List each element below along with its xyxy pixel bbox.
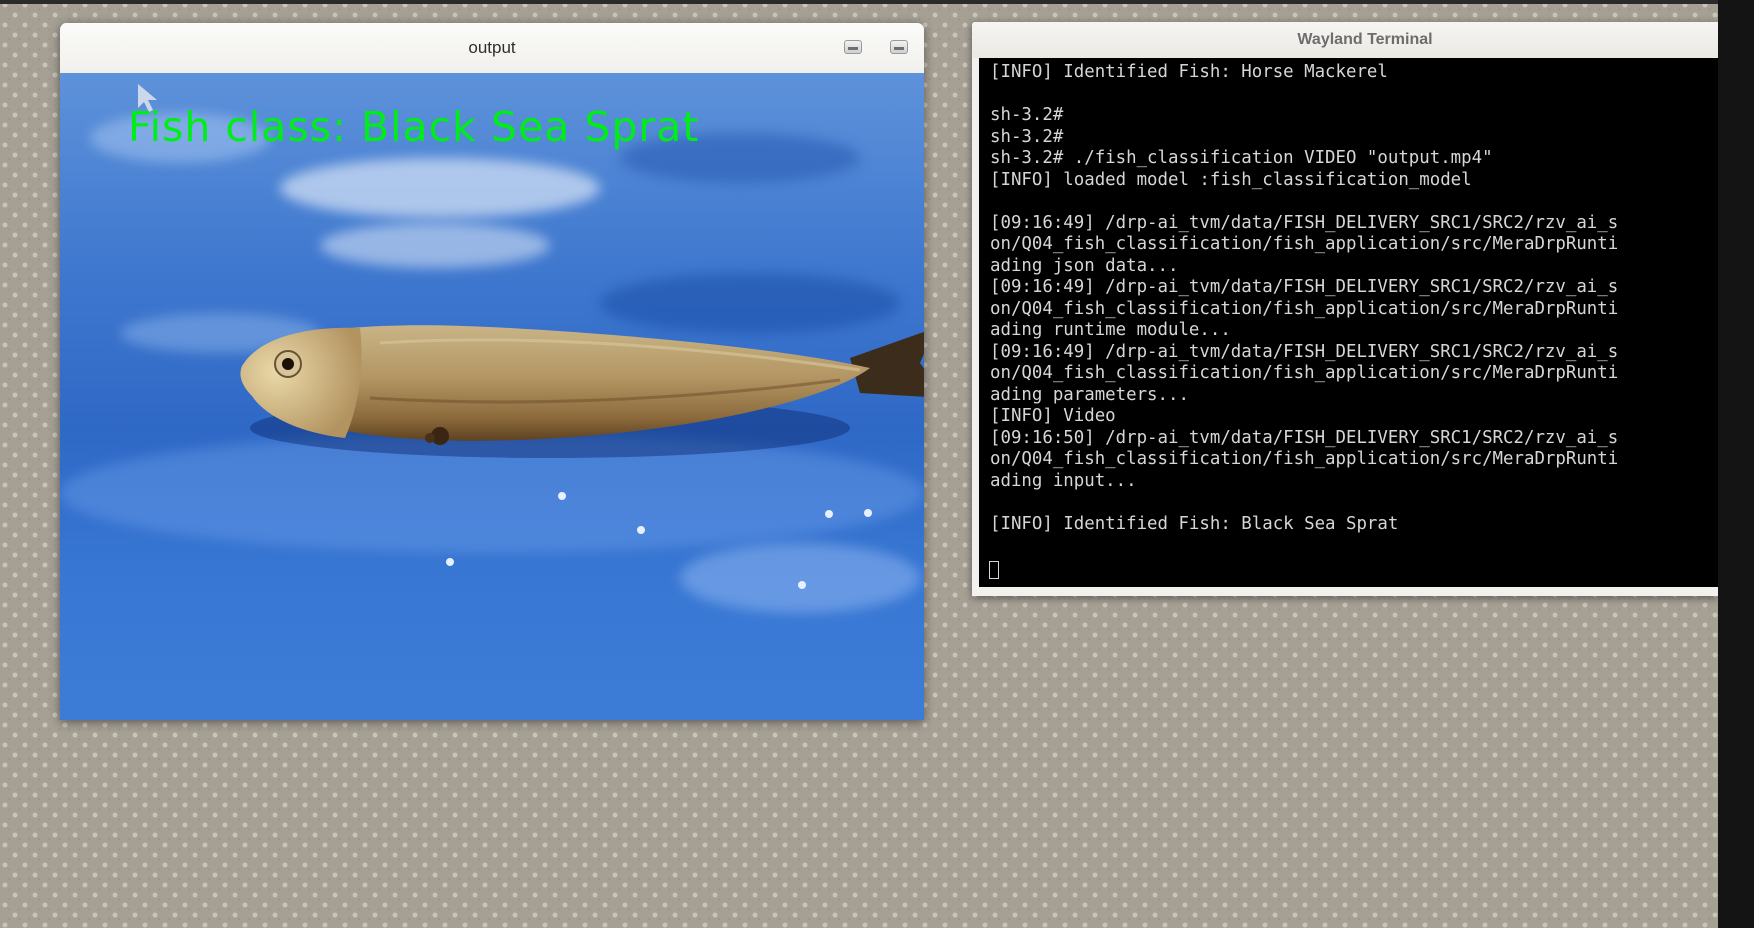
screen-edge-border [1718, 0, 1754, 928]
terminal-line: [INFO] Video [990, 406, 1116, 426]
terminal-line: sh-3.2# ./fish_classification VIDEO "out… [990, 148, 1493, 168]
terminal-line: [INFO] Identified Fish: Horse Mackerel [990, 62, 1388, 82]
output-window-titlebar[interactable]: output [60, 23, 924, 74]
terminal-window[interactable]: Wayland Terminal [INFO] Identified Fish:… [972, 22, 1718, 596]
terminal-line: [INFO] Identified Fish: Black Sea Sprat [990, 513, 1399, 534]
terminal-line: on/Q04_fish_classification/fish_applicat… [990, 449, 1619, 469]
maximize-icon[interactable] [890, 40, 908, 54]
terminal-window-titlebar[interactable]: Wayland Terminal [972, 22, 1718, 58]
terminal-line: [INFO] loaded model :fish_classification… [990, 169, 1472, 190]
fish-class-overlay: Fish class: Black Sea Sprat [128, 103, 700, 151]
top-panel-strip [0, 0, 1754, 4]
terminal-cursor [989, 561, 999, 579]
terminal-line: sh-3.2# [990, 105, 1064, 125]
terminal-window-title: Wayland Terminal [1297, 31, 1433, 48]
terminal-line: on/Q04_fish_classification/fish_applicat… [990, 234, 1619, 254]
terminal-line: [09:16:49] /drp-ai_tvm/data/FISH_DELIVER… [990, 212, 1619, 233]
fish-image [240, 325, 924, 458]
terminal-line: ading input... [990, 470, 1137, 491]
terminal-line: sh-3.2# [990, 126, 1064, 147]
terminal-line: ading runtime module... [990, 320, 1231, 340]
terminal-line: ading parameters... [990, 384, 1189, 405]
terminal-line: [09:16:50] /drp-ai_tvm/data/FISH_DELIVER… [990, 427, 1619, 448]
output-window-title: output [468, 38, 516, 57]
terminal-line: ading json data... [990, 255, 1179, 276]
terminal-line: [09:16:49] /drp-ai_tvm/data/FISH_DELIVER… [990, 277, 1619, 297]
minimize-icon[interactable] [844, 40, 862, 54]
output-window[interactable]: output Fish class: Black Sea Sprat [60, 23, 924, 720]
terminal-line: [09:16:49] /drp-ai_tvm/data/FISH_DELIVER… [990, 341, 1619, 362]
terminal-output[interactable]: [INFO] Identified Fish: Horse Mackerel s… [979, 58, 1718, 587]
terminal-line: on/Q04_fish_classification/fish_applicat… [990, 363, 1619, 383]
video-frame: Fish class: Black Sea Sprat [60, 73, 924, 720]
terminal-line: on/Q04_fish_classification/fish_applicat… [990, 298, 1619, 319]
